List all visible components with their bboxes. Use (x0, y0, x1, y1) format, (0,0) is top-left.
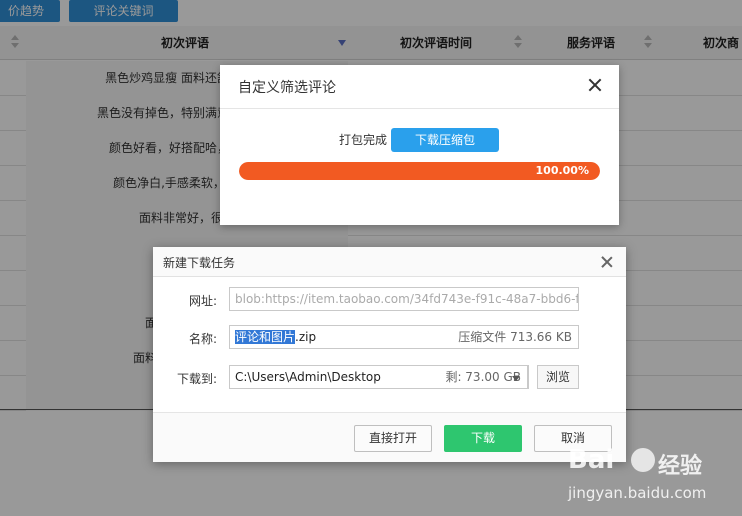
filter-dialog-title: 自定义筛选评论 (238, 80, 336, 96)
watermark-text: 经验 (658, 454, 703, 479)
download-dialog-title: 新建下载任务 (163, 256, 236, 270)
browse-button[interactable]: 浏览 (537, 365, 579, 389)
watermark-url: jingyan.baidu.com (568, 484, 707, 502)
name-label: 名称: (188, 332, 217, 346)
download-button[interactable]: 下载 (444, 425, 522, 452)
download-dialog: 新建下载任务 网址: blob:https://item.taobao.com/… (153, 247, 626, 462)
progress-label: 100.00% (535, 164, 589, 177)
save-path-field[interactable]: C:\Users\Admin\Desktop 剩: 73.00 GB (229, 365, 528, 389)
watermark: Bai 经验 jingyan.baidu.com (560, 436, 742, 516)
filter-dialog: 自定义筛选评论 打包完成 下载压缩包 100.00% (220, 65, 619, 225)
save-path-value: C:\Users\Admin\Desktop (235, 370, 381, 384)
download-dialog-header: 新建下载任务 (153, 247, 626, 277)
path-label: 下载到: (176, 372, 217, 386)
filename-ext: .zip (295, 330, 317, 344)
progress-bar: 100.00% (239, 162, 600, 180)
close-icon[interactable] (587, 77, 603, 93)
download-zip-button[interactable]: 下载压缩包 (391, 128, 499, 152)
url-label: 网址: (188, 294, 217, 308)
download-dialog-footer: 直接打开 下载 取消 (153, 412, 626, 462)
url-field[interactable]: blob:https://item.taobao.com/34fd743e-f9… (229, 287, 579, 311)
open-directly-button[interactable]: 直接打开 (354, 425, 432, 452)
baidu-paw-icon (631, 448, 655, 472)
file-size-info: 压缩文件 713.66 KB (458, 330, 572, 344)
close-icon[interactable] (600, 255, 614, 269)
watermark-logo: Bai (568, 445, 615, 475)
filename-selected: 评论和图片 (235, 330, 296, 344)
filename-field[interactable]: 评论和图片.zip 压缩文件 713.66 KB (229, 325, 579, 349)
pack-status: 打包完成 (339, 133, 388, 147)
chevron-down-icon[interactable] (503, 365, 529, 389)
filter-dialog-header: 自定义筛选评论 (220, 65, 619, 109)
